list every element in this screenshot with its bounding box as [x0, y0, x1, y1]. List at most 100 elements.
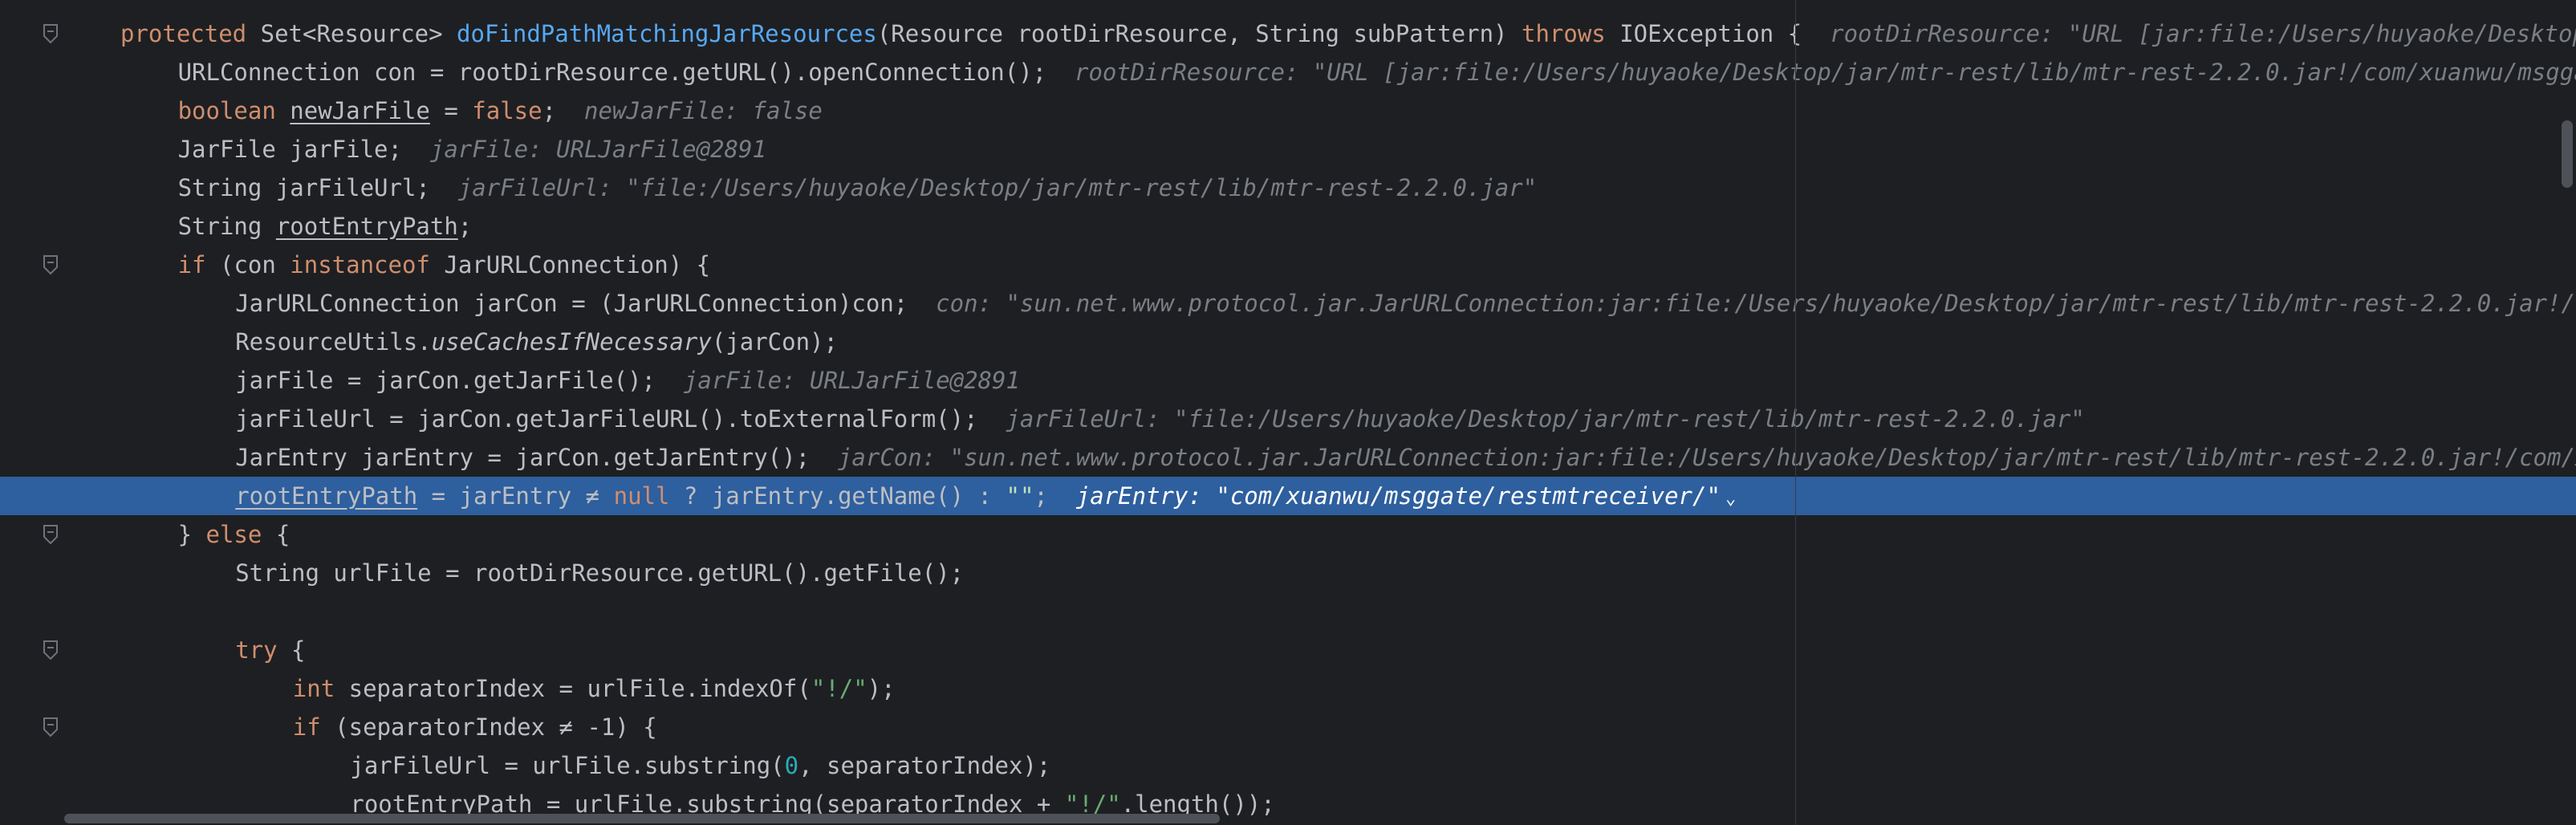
code-line[interactable]: if (con instanceof JarURLConnection) { — [0, 246, 2576, 284]
code-area[interactable]: protected Set<Resource> doFindPathMatchi… — [0, 0, 2576, 825]
code-line[interactable]: jarFileUrl = urlFile.substring(0, separa… — [0, 746, 2576, 785]
code-line[interactable]: if (separatorIndex ≠ -1) { — [0, 708, 2576, 746]
code-token: = jarEntry ≠ — [417, 482, 614, 510]
code-text[interactable]: String jarFileUrl; jarFileUrl: "file:/Us… — [178, 169, 1538, 207]
code-line[interactable]: jarFile = jarCon.getJarFile(); jarFile: … — [0, 361, 2576, 400]
code-token: int — [292, 675, 349, 702]
code-line[interactable]: } else { — [0, 515, 2576, 554]
code-text[interactable]: JarURLConnection jarCon = (JarURLConnect… — [235, 284, 2576, 323]
code-line[interactable]: jarFileUrl = jarCon.getJarFileURL().toEx… — [0, 400, 2576, 438]
code-line[interactable]: try { — [0, 631, 2576, 669]
code-token: IOException { — [1619, 20, 1802, 47]
code-token: try — [235, 636, 278, 664]
code-token: String jarFileUrl; — [177, 174, 430, 201]
code-token: if — [177, 251, 220, 278]
code-token: URLConnection con = rootDirResource.getU… — [177, 59, 1047, 86]
inline-debug-value[interactable]: jarEntry: "com/xuanwu/msggate/restmtrece… — [1076, 482, 1721, 510]
code-line[interactable]: String urlFile = rootDirResource.getURL(… — [0, 554, 2576, 592]
chevron-down-icon[interactable]: ⌄ — [1725, 480, 1736, 515]
code-token: newJarFile — [290, 97, 430, 124]
code-token: if — [292, 713, 335, 741]
inline-debug-value[interactable]: jarFile: URLJarFile@2891 — [430, 136, 766, 163]
vertical-scrollbar-thumb[interactable] — [2562, 120, 2573, 188]
code-line[interactable]: String rootEntryPath; — [0, 207, 2576, 246]
inline-debug-value[interactable]: jarCon: "sun.net.www.protocol.jar.JarURL… — [838, 444, 2576, 471]
code-text[interactable]: boolean newJarFile = false; newJarFile: … — [178, 91, 823, 130]
inline-debug-value[interactable]: newJarFile: false — [584, 97, 823, 124]
code-line[interactable]: protected Set<Resource> doFindPathMatchi… — [0, 14, 2576, 53]
code-token: instanceof — [290, 251, 445, 278]
code-line[interactable]: JarEntry jarEntry = jarCon.getJarEntry()… — [0, 438, 2576, 477]
code-token: boolean — [177, 97, 291, 124]
right-margin-guide — [1795, 0, 1796, 825]
code-token: JarURLConnection jarCon = (JarURLConnect… — [235, 290, 908, 317]
code-token: (jarCon); — [711, 328, 838, 356]
code-token: (Resource rootDirResource, String subPat… — [876, 20, 1522, 47]
code-token: ResourceUtils. — [235, 328, 432, 356]
code-token: { — [277, 636, 306, 664]
code-text[interactable]: ResourceUtils.useCachesIfNecessary(jarCo… — [235, 323, 838, 361]
current-execution-line[interactable]: rootEntryPath = jarEntry ≠ null ? jarEnt… — [0, 477, 2576, 515]
code-text[interactable]: jarFile = jarCon.getJarFile(); jarFile: … — [235, 361, 1020, 400]
code-token: "!/" — [811, 675, 867, 702]
code-token: JarEntry jarEntry = jarCon.getJarEntry()… — [235, 444, 811, 471]
code-token: = — [429, 97, 473, 124]
code-line[interactable]: ResourceUtils.useCachesIfNecessary(jarCo… — [0, 323, 2576, 361]
code-token: String urlFile = rootDirResource.getURL(… — [235, 559, 965, 587]
code-token: ; — [542, 97, 557, 124]
inline-debug-value[interactable]: jarFileUrl: "file:/Users/huyaoke/Desktop… — [1006, 405, 2084, 433]
inline-debug-value[interactable]: rootDirResource: "URL [jar:file:/Users/h… — [1830, 20, 2576, 47]
code-line[interactable]: JarFile jarFile; jarFile: URLJarFile@289… — [0, 130, 2576, 169]
code-line[interactable]: URLConnection con = rootDirResource.getU… — [0, 53, 2576, 91]
code-text[interactable]: protected Set<Resource> doFindPathMatchi… — [120, 14, 2576, 53]
code-text[interactable]: jarFileUrl = jarCon.getJarFileURL().toEx… — [235, 400, 2085, 438]
code-token: ; — [457, 213, 473, 240]
code-text[interactable]: try { — [235, 631, 305, 669]
code-line[interactable]: String jarFileUrl; jarFileUrl: "file:/Us… — [0, 169, 2576, 207]
code-text[interactable]: if (con instanceof JarURLConnection) { — [178, 246, 711, 284]
inline-debug-value[interactable]: con: "sun.net.www.protocol.jar.JarURLCon… — [936, 290, 2576, 317]
code-line[interactable]: JarURLConnection jarCon = (JarURLConnect… — [0, 284, 2576, 323]
code-token: protected — [120, 20, 261, 47]
code-text[interactable]: rootEntryPath = jarEntry ≠ null ? jarEnt… — [235, 477, 1736, 515]
code-text[interactable]: JarEntry jarEntry = jarCon.getJarEntry()… — [235, 438, 2576, 477]
code-line[interactable]: int separatorIndex = urlFile.indexOf("!/… — [0, 669, 2576, 708]
code-text[interactable]: int separatorIndex = urlFile.indexOf("!/… — [293, 669, 896, 708]
code-text[interactable]: String rootEntryPath; — [178, 207, 473, 246]
code-token: null — [613, 482, 670, 510]
code-editor[interactable]: protected Set<Resource> doFindPathMatchi… — [0, 0, 2576, 825]
code-text[interactable]: JarFile jarFile; jarFile: URLJarFile@289… — [178, 130, 766, 169]
code-token: (separatorIndex ≠ -1) { — [335, 713, 657, 741]
code-token: rootEntryPath — [235, 482, 418, 510]
horizontal-scrollbar-thumb[interactable] — [64, 814, 1220, 823]
code-line[interactable] — [0, 592, 2576, 631]
code-token: "" — [1006, 482, 1034, 510]
code-token: rootEntryPath — [275, 213, 458, 240]
inline-debug-value[interactable]: jarFile: URLJarFile@2891 — [684, 367, 1020, 394]
code-text[interactable]: if (separatorIndex ≠ -1) { — [293, 708, 657, 746]
code-token: jarFile = jarCon.getJarFile(); — [235, 367, 656, 394]
code-token: jarFileUrl = urlFile.substring( — [350, 752, 785, 779]
inline-debug-value[interactable]: jarFileUrl: "file:/Users/huyaoke/Desktop… — [458, 174, 1537, 201]
code-token: { — [262, 521, 291, 548]
code-text[interactable]: } else { — [178, 515, 291, 554]
code-token: separatorIndex = urlFile.indexOf( — [348, 675, 811, 702]
code-text[interactable]: jarFileUrl = urlFile.substring(0, separa… — [350, 746, 1050, 785]
code-token: ); — [867, 675, 896, 702]
code-token: 0 — [784, 752, 799, 779]
code-line[interactable]: boolean newJarFile = false; newJarFile: … — [0, 91, 2576, 130]
code-token: } — [177, 521, 206, 548]
code-token: doFindPathMatchingJarResources — [457, 20, 877, 47]
code-token: Set<Resource> — [260, 20, 457, 47]
code-token: String — [177, 213, 276, 240]
code-text[interactable]: URLConnection con = rootDirResource.getU… — [178, 53, 2576, 91]
code-token: throws — [1521, 20, 1620, 47]
inline-debug-value[interactable]: rootDirResource: "URL [jar:file:/Users/h… — [1075, 59, 2576, 86]
code-token: (con — [219, 251, 291, 278]
code-text[interactable]: String urlFile = rootDirResource.getURL(… — [235, 554, 964, 592]
code-token: else — [205, 521, 262, 548]
code-token: ; — [1034, 482, 1048, 510]
code-token: ? jarEntry.getName() : — [669, 482, 1006, 510]
code-token: useCachesIfNecessary — [431, 328, 712, 356]
code-token: JarURLConnection) { — [444, 251, 711, 278]
